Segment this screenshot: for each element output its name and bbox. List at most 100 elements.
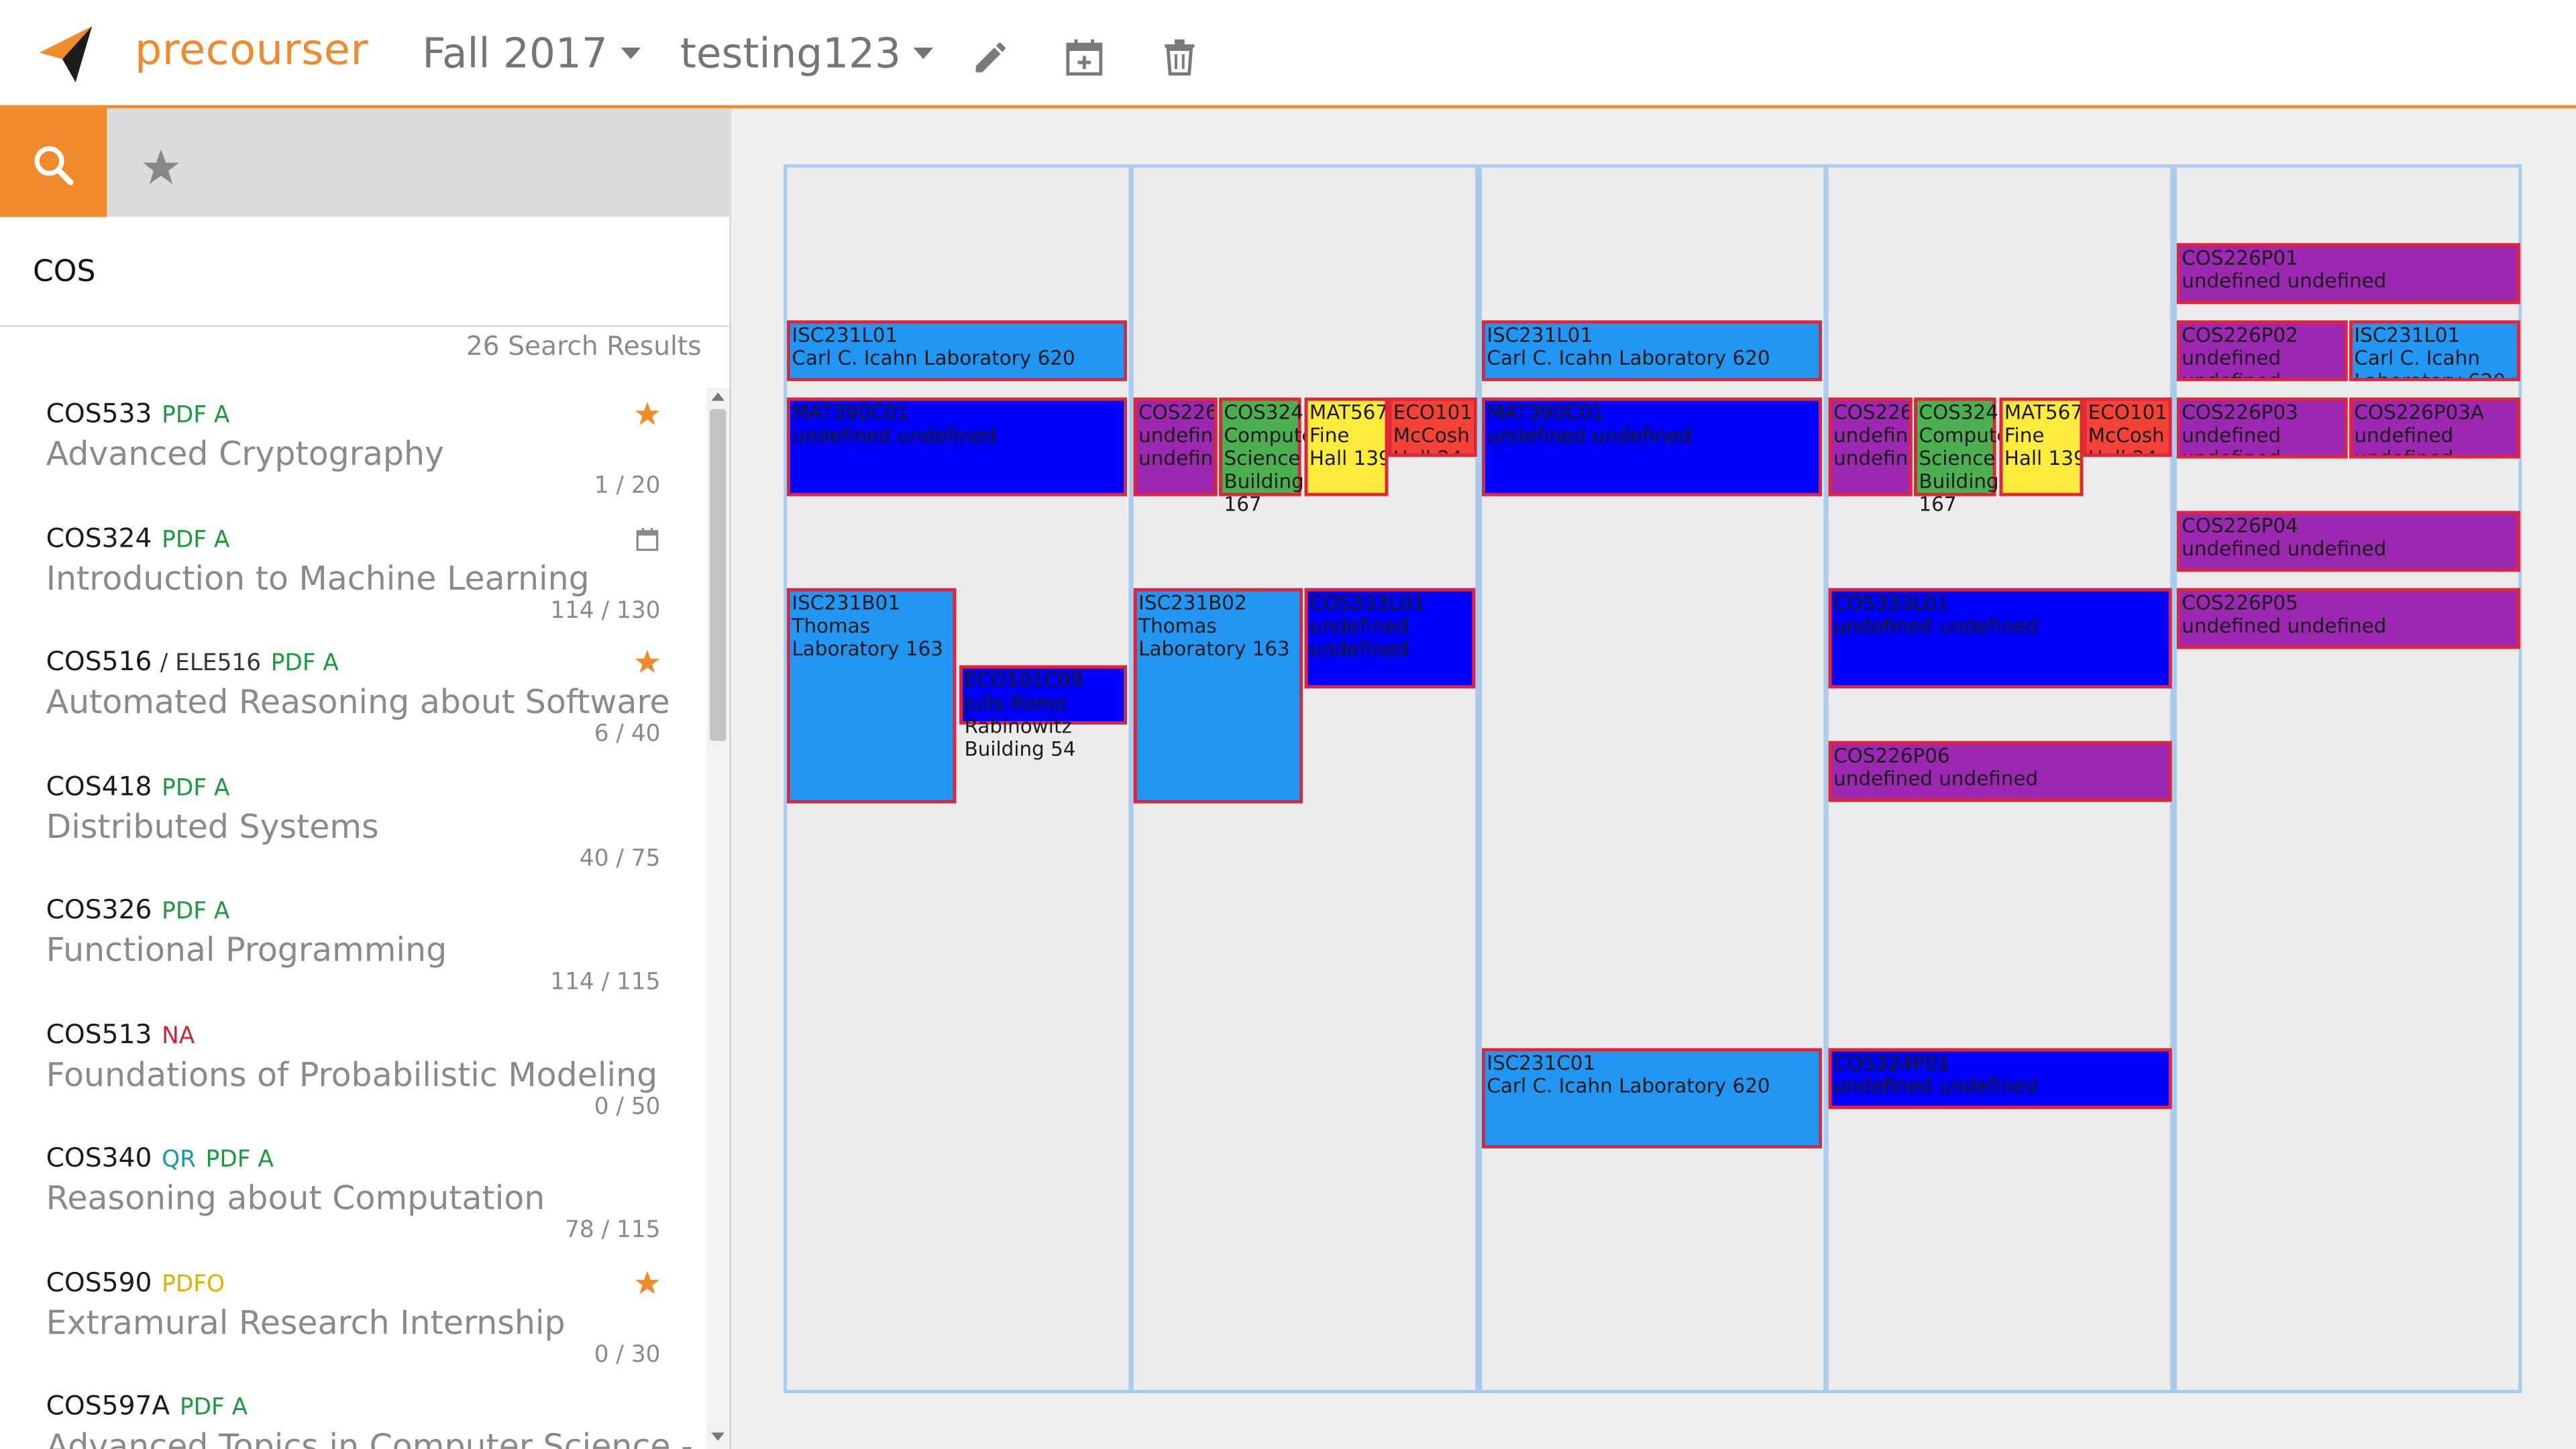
event-location: Compute [1224,423,1314,447]
crosslisting: / ELE516 [160,650,262,677]
enrollment-count: 0 / 30 [594,1342,661,1369]
search-result-item[interactable]: COS533 PDF A Advanced Cryptography 1 / 20 [0,388,706,511]
event-location: undefined undefined [1833,767,2039,790]
calendar-event[interactable]: MAT567CFineHall 139 [1999,397,2084,496]
event-course-code: ECO101C09 [964,668,1083,692]
calendar-event[interactable]: ECO101C09 Julis Romo Rabinowitz Building 54 [959,665,1128,761]
logo-icon[interactable] [36,23,95,85]
search-result-item[interactable]: COS326 PDF A Functional Programming 114 / 1… [0,884,706,1008]
event-course-code: ECO101L0 [2088,400,2169,424]
scroll-up-icon[interactable] [711,392,725,401]
tab-favorites[interactable] [107,109,213,217]
course-code-line: COS326 PDF A [46,894,230,925]
calendar-event[interactable]: ECO101L0McCoshHall 24 [2083,397,2172,457]
calendar-event[interactable]: COS226Lundefineundefine [1133,397,1218,496]
tab-search[interactable] [0,108,107,217]
course-code: COS597A [46,1389,170,1421]
event-location: Laboratory 163 [792,637,943,661]
calendar-event[interactable]: ISC231L01 Carl C. Icahn Laboratory 620 [2349,320,2520,382]
calendar-event[interactable]: COS226P01 undefined undefined [2176,243,2520,305]
event-location: undefined [2182,447,2282,459]
calendar-event[interactable]: COS226P04 undefined undefined [2176,511,2520,572]
calendar-event[interactable]: COS333L01 undefined undefined [1828,588,2172,689]
course-title: Automated Reasoning about Software [46,682,670,722]
course-code-line: COS418 PDF A [46,771,230,802]
search-result-item[interactable]: COS516 / ELE516 PDF A Automated Reasoning a… [0,636,706,759]
calendar-event[interactable]: COS226P02 undefined undefined [2176,320,2348,382]
distribution-tag: PDF A [179,1395,248,1421]
distribution-tag: PDF A [270,650,339,677]
event-course-code: COS226P03A [2354,400,2485,424]
calendar-event[interactable]: COS226Lundefineundefine [1828,397,1913,496]
calendar-event[interactable]: ECO101L0McCoshHall 24 [1388,397,1477,457]
search-input[interactable] [32,246,690,296]
calendar-event[interactable]: ISC231C01 Carl C. Icahn Laboratory 620 [1481,1048,1822,1148]
calendar-add-icon[interactable] [1065,36,1104,79]
course-code-line: COS597A PDF A [46,1390,248,1421]
course-code: COS324 [46,522,152,554]
event-location: Carl C. Icahn [2354,346,2480,370]
scrollbar-thumb[interactable] [709,409,727,741]
event-location: Building [1919,470,1999,493]
event-location: undefined [2354,447,2454,459]
star-icon[interactable] [634,1270,660,1296]
enrollment-count: 6 / 40 [594,721,661,748]
event-location: Fine [1309,423,1350,447]
calendar-event[interactable]: ISC231L01 Carl C. Icahn Laboratory 620 [787,320,1128,382]
event-location: Laboratory 163 [1138,637,1290,661]
calendar-event[interactable]: COS226P05 undefined undefined [2176,588,2520,649]
search-result-item[interactable]: COS418 PDF A Distributed Systems 40 / 75 [0,761,706,884]
calendar-event[interactable]: COS226P03 undefined undefined [2176,397,2348,459]
calendar-event[interactable]: COS324L Compute Science Building 167 [1914,397,2010,516]
calendar-icon[interactable] [634,526,660,552]
chevron-down-icon [914,48,934,60]
calendar-event[interactable]: COS333L01 undefined undefined [1304,588,1476,689]
event-course-code: COS324L [1919,400,2010,424]
calendar-event[interactable]: MAT390C01 undefined undefined [1481,397,1822,496]
course-title: Functional Programming [46,930,447,969]
event-course-code: COS226P03 [2182,400,2298,424]
event-location: undefine [1833,423,1913,447]
trash-icon[interactable] [1160,36,1199,79]
search-result-item[interactable]: COS324 PDF A Introduction to Machine Learn… [0,513,706,636]
pencil-icon[interactable] [971,36,1010,79]
event-course-code: COS226P04 [2182,514,2298,537]
event-course-code: ISC231C01 [1487,1051,1596,1075]
search-result-item[interactable]: COS590 PDFO Extramural Research Internship… [0,1256,706,1380]
calendar-event[interactable]: COS324L Compute Science Building 167 [1219,397,1314,516]
enrollment-count: 114 / 115 [550,969,661,996]
calendar-event[interactable]: ISC231B01 Thomas Laboratory 163 [787,588,957,804]
event-course-code: MAT567C [2004,400,2084,424]
event-course-code: COS226L [1833,400,1913,424]
scroll-down-icon[interactable] [711,1432,725,1441]
event-course-code: ISC231L01 [2354,323,2461,347]
sidebar-tabs [0,108,731,217]
event-location: Hall 24 [1393,447,1474,453]
schedule-dropdown[interactable]: testing123 [680,30,934,77]
search-result-item[interactable]: COS513 NA Foundations of Probabilistic Mod… [0,1009,706,1132]
course-code-line: COS533 PDF A [46,398,230,429]
search-box [0,217,731,327]
calendar-event[interactable]: COS226P06 undefined undefined [1828,741,2172,802]
search-result-item[interactable]: COS340 QR PDF A Reasoning about Computation… [0,1132,706,1255]
search-result-item[interactable]: COS597A PDF A Advanced Topics in Computer … [0,1380,706,1449]
calendar-event[interactable]: MAT567CFineHall 139 [1304,397,1389,496]
event-course-code: COS226P05 [2182,591,2298,614]
event-location: undefined undefined [2182,614,2387,638]
star-icon[interactable] [634,649,660,675]
semester-dropdown[interactable]: Fall 2017 [422,30,641,77]
calendar-event[interactable]: COS324P01 undefined undefined [1828,1048,2172,1110]
event-location: undefined [2182,370,2282,382]
calendar-event[interactable]: COS226P03A undefined undefined [2349,397,2520,459]
event-location: Science [1919,447,1996,470]
calendar-event[interactable]: ISC231L01 Carl C. Icahn Laboratory 620 [1481,320,1822,382]
event-location: Laboratory 620 [2354,370,2506,382]
event-course-code: ISC231L01 [792,323,898,347]
star-icon[interactable] [634,401,660,427]
event-course-code: ECO101L0 [1393,400,1474,424]
brand-name[interactable]: precourser [135,26,368,75]
event-course-code: MAT390C01 [792,400,910,424]
course-code: COS418 [46,770,152,802]
calendar-event[interactable]: ISC231B02 Thomas Laboratory 163 [1133,588,1303,804]
calendar-event[interactable]: MAT390C01 undefined undefined [787,397,1128,496]
